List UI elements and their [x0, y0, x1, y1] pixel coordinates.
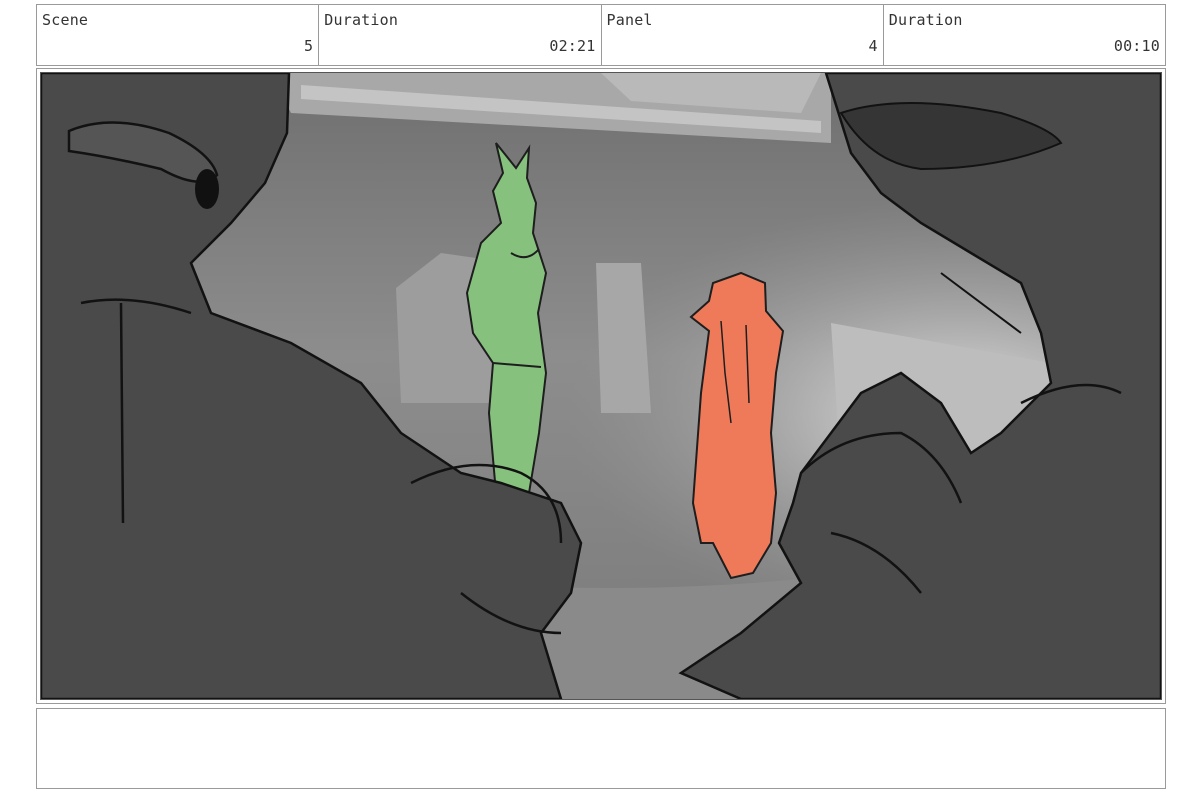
scene-cell: Scene 5 — [37, 5, 320, 65]
storyboard-header: Scene 5 Duration 02:21 Panel 4 Duration … — [36, 4, 1166, 66]
panel-label: Panel — [606, 11, 653, 29]
panel-duration-value: 00:10 — [1113, 37, 1160, 55]
scene-number: 5 — [304, 37, 314, 55]
ear-shape — [195, 169, 219, 209]
panel-notes-box[interactable] — [36, 708, 1166, 789]
scene-label: Scene — [42, 11, 89, 29]
panel-duration-cell: Duration 00:10 — [884, 5, 1165, 65]
scene-duration-value: 02:21 — [549, 37, 596, 55]
storyboard-panel-frame — [36, 68, 1166, 704]
scene-illustration — [41, 73, 1161, 699]
scene-duration-cell: Duration 02:21 — [319, 5, 602, 65]
scene-duration-label: Duration — [324, 11, 399, 29]
red-character — [689, 271, 785, 580]
panel-duration-label: Duration — [888, 11, 963, 29]
panel-number: 4 — [868, 37, 878, 55]
storyboard-drawing[interactable] — [40, 72, 1162, 700]
panel-cell: Panel 4 — [602, 5, 884, 65]
